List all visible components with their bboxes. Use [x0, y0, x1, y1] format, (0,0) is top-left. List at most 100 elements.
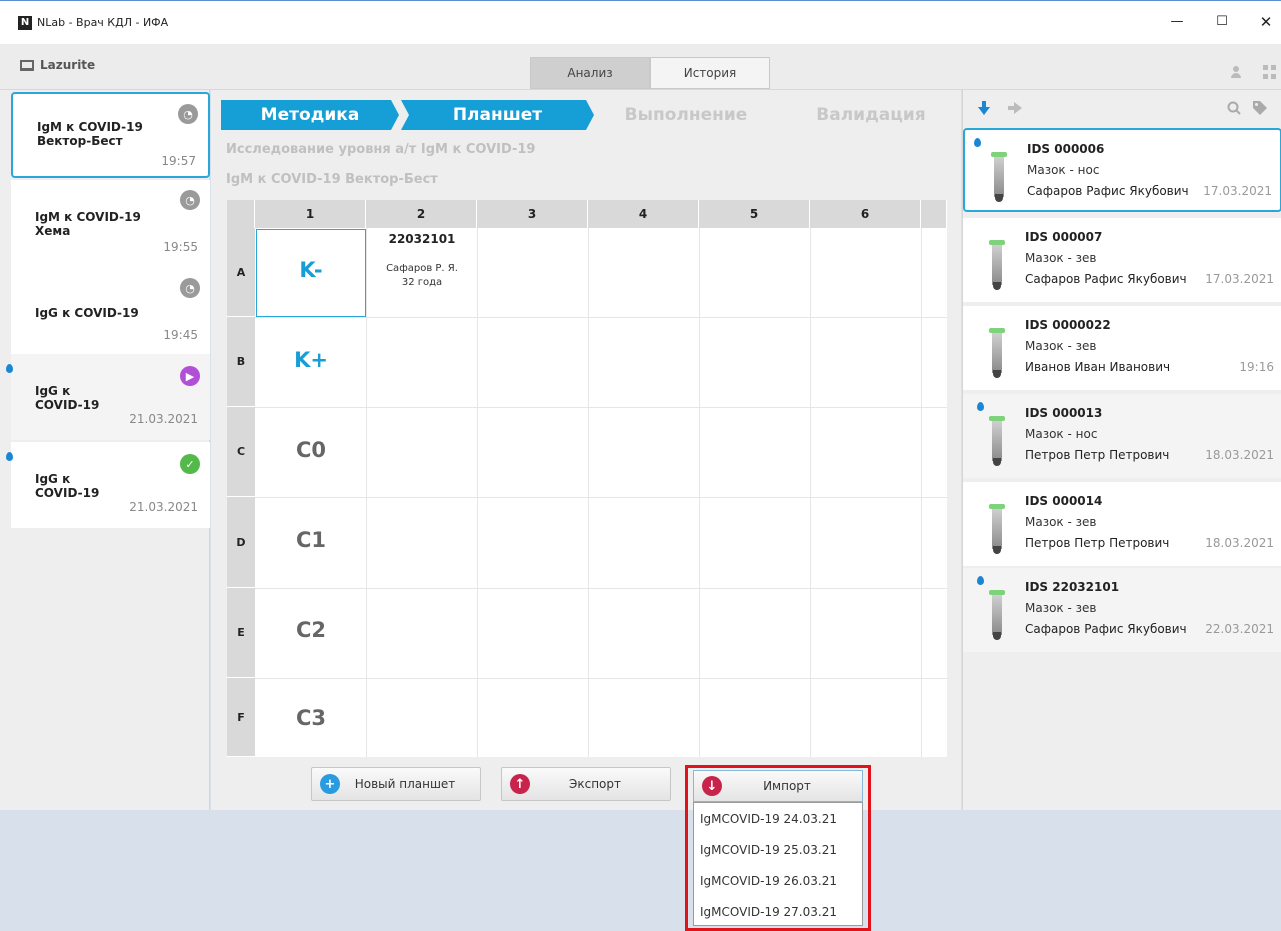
- task-item[interactable]: ◔ IgG к COVID-19 19:45: [11, 266, 210, 354]
- drop-icon: [6, 452, 13, 461]
- arrow-down-icon[interactable]: [978, 101, 990, 115]
- sample-card[interactable]: IDS 000006 Мазок - нос Сафаров Рафис Яку…: [963, 128, 1281, 212]
- apps-grid-icon[interactable]: [1263, 65, 1277, 79]
- arrow-right-icon[interactable]: [1008, 102, 1022, 114]
- sample-patient: Иванов Иван Иванович: [1025, 360, 1171, 374]
- well-control-label[interactable]: K-: [256, 258, 366, 282]
- samples-panel: IDS 000006 Мазок - нос Сафаров Рафис Яку…: [962, 90, 1281, 810]
- plus-icon: +: [320, 774, 340, 794]
- row-header: E: [227, 588, 255, 678]
- samples-toolbar: [963, 90, 1281, 126]
- step-plate[interactable]: Планшет: [401, 100, 594, 130]
- task-time: 21.03.2021: [129, 500, 198, 514]
- study-title: Исследование уровня а/т IgM к COVID-19: [226, 142, 536, 157]
- tube-icon: [989, 504, 1005, 556]
- import-button[interactable]: ↓ Импорт: [693, 770, 863, 802]
- search-icon[interactable]: [1227, 101, 1241, 115]
- sample-id: IDS 000006: [1027, 142, 1105, 156]
- close-button[interactable]: ✕: [1259, 15, 1273, 30]
- step-execution[interactable]: Выполнение: [596, 100, 776, 130]
- brand: Lazurite: [20, 58, 95, 72]
- column-header: 1: [255, 200, 366, 228]
- task-title: IgM к COVID-19 Вектор-Бест: [37, 120, 143, 148]
- drop-icon: [977, 576, 984, 585]
- new-plate-button[interactable]: + Новый планшет: [311, 767, 481, 801]
- import-option[interactable]: IgMCOVID-19 24.03.21: [694, 803, 862, 834]
- app-logo-icon: N: [18, 15, 32, 30]
- corner-cell: [227, 200, 255, 228]
- export-button[interactable]: ↑ Экспорт: [501, 767, 671, 801]
- import-label: Импорт: [763, 779, 811, 793]
- sample-patient: Сафаров Рафис Якубович: [1025, 622, 1187, 636]
- sample-card[interactable]: IDS 000013 Мазок - нос Петров Петр Петро…: [963, 394, 1281, 478]
- well-sample-id[interactable]: 22032101: [367, 232, 477, 246]
- tab-history[interactable]: История: [650, 57, 770, 89]
- task-time: 19:45: [163, 328, 198, 342]
- sample-type: Мазок - нос: [1027, 163, 1100, 177]
- column-header-overflow: [921, 200, 947, 228]
- sample-patient: Сафаров Рафис Якубович: [1025, 272, 1187, 286]
- sample-card[interactable]: IDS 22032101 Мазок - зев Сафаров Рафис Я…: [963, 568, 1281, 652]
- tube-icon: [991, 152, 1007, 204]
- import-option[interactable]: IgMCOVID-19 26.03.21: [694, 865, 862, 896]
- well-sample-age: 32 года: [401, 277, 443, 288]
- main-toolbar: Lazurite Анализ История: [0, 44, 1281, 90]
- tag-icon[interactable]: [1253, 101, 1267, 115]
- well-sample-name: Сафаров Р. Я.: [386, 263, 458, 274]
- sample-card[interactable]: IDS 000014 Мазок - зев Петров Петр Петро…: [963, 482, 1281, 566]
- import-option[interactable]: IgMCOVID-19 25.03.21: [694, 834, 862, 865]
- well-control-label[interactable]: C2: [256, 618, 366, 642]
- task-item[interactable]: ✓ IgG к COVID-19 21.03.2021: [6, 442, 210, 528]
- task-item[interactable]: ▶ IgG к COVID-19 21.03.2021: [6, 354, 210, 440]
- sample-id: IDS 000013: [1025, 406, 1103, 420]
- well-control-label[interactable]: C3: [256, 706, 366, 730]
- plate-grid: 1 2 3 4 5 6 A B C D E F K- K+ C0 C1 C2 C…: [227, 200, 947, 757]
- sample-date: 17.03.2021: [1205, 272, 1274, 286]
- well-control-label[interactable]: C1: [256, 528, 366, 552]
- sample-type: Мазок - зев: [1025, 515, 1097, 529]
- maximize-button[interactable]: ☐: [1215, 15, 1229, 29]
- task-item[interactable]: ◔ IgM к COVID-19 Хема 19:55: [11, 180, 210, 266]
- sample-patient: Петров Петр Петрович: [1025, 536, 1170, 550]
- sample-id: IDS 000007: [1025, 230, 1103, 244]
- sample-date: 18.03.2021: [1205, 448, 1274, 462]
- task-item[interactable]: ◔ IgM к COVID-19 Вектор-Бест 19:57: [11, 92, 210, 178]
- task-title: IgG к COVID-19: [35, 384, 100, 412]
- sample-card[interactable]: IDS 000007 Мазок - зев Сафаров Рафис Яку…: [963, 218, 1281, 302]
- step-method[interactable]: Методика: [221, 100, 399, 130]
- sample-date: 17.03.2021: [1203, 184, 1272, 198]
- sample-patient: Сафаров Рафис Якубович: [1027, 184, 1189, 198]
- minimize-button[interactable]: —: [1170, 15, 1184, 29]
- kit-name: IgM к COVID-19 Вектор-Бест: [226, 172, 438, 187]
- clock-icon: ◔: [178, 104, 198, 124]
- user-icon[interactable]: [1230, 66, 1242, 78]
- column-header: 6: [810, 200, 921, 228]
- tab-analysis[interactable]: Анализ: [530, 57, 650, 89]
- import-dropdown: IgMCOVID-19 24.03.21 IgMCOVID-19 25.03.2…: [693, 802, 863, 926]
- tube-icon: [989, 590, 1005, 642]
- drop-icon: [6, 364, 13, 373]
- tube-icon: [989, 328, 1005, 380]
- step-validation[interactable]: Валидация: [781, 100, 961, 130]
- row-header: B: [227, 317, 255, 407]
- sample-type: Мазок - зев: [1025, 339, 1097, 353]
- well-control-label[interactable]: K+: [256, 348, 366, 372]
- plate-editor: Методика Планшет Выполнение Валидация Ис…: [211, 90, 961, 810]
- import-option[interactable]: IgMCOVID-19 27.03.21: [694, 896, 862, 927]
- import-highlight: ↓ Импорт IgMCOVID-19 24.03.21 IgMCOVID-1…: [685, 765, 871, 931]
- well-control-label[interactable]: C0: [256, 438, 366, 462]
- tube-icon: [989, 416, 1005, 468]
- column-header: 4: [588, 200, 699, 228]
- sample-patient: Петров Петр Петрович: [1025, 448, 1170, 462]
- sample-date: 19:16: [1239, 360, 1274, 374]
- column-header: 3: [477, 200, 588, 228]
- export-label: Экспорт: [568, 777, 622, 791]
- sample-date: 18.03.2021: [1205, 536, 1274, 550]
- drop-icon: [974, 138, 981, 147]
- task-title: IgG к COVID-19: [35, 306, 139, 320]
- arrow-down-icon: ↓: [702, 776, 722, 796]
- row-header: A: [227, 228, 255, 317]
- sample-card[interactable]: IDS 0000022 Мазок - зев Иванов Иван Иван…: [963, 306, 1281, 390]
- window-title: NLab - Врач КДЛ - ИФА: [37, 16, 169, 29]
- window-title-bar: N NLab - Врач КДЛ - ИФА — ☐ ✕: [0, 0, 1281, 44]
